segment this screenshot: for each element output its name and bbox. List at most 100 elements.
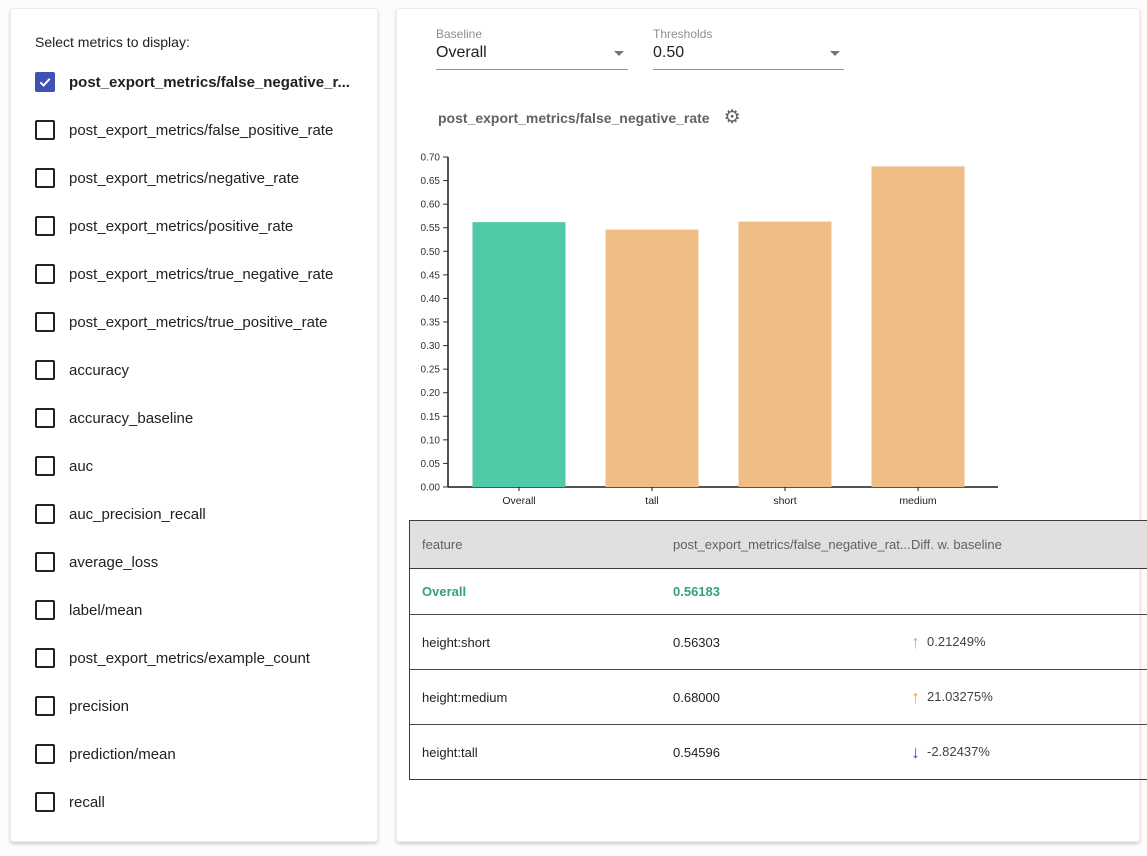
metric-checkbox-item[interactable]: post_export_metrics/true_positive_rate <box>35 298 369 346</box>
x-axis-label: tall <box>645 495 658 507</box>
baseline-select[interactable]: Baseline Overall <box>436 27 628 70</box>
metric-checkbox-item[interactable]: accuracy_baseline <box>35 394 369 442</box>
metric-checkbox[interactable] <box>35 744 55 764</box>
bar-Overall[interactable] <box>473 222 566 487</box>
metric-label: label/mean <box>69 602 142 619</box>
svg-text:0.25: 0.25 <box>421 365 441 376</box>
table-header-cell: Diff. w. baseline <box>910 521 1147 569</box>
svg-text:0.10: 0.10 <box>421 435 441 446</box>
metric-checkbox-item[interactable]: post_export_metrics/negative_rate <box>35 154 369 202</box>
feature-cell: height:medium <box>410 670 673 725</box>
metric-checkbox[interactable] <box>35 264 55 284</box>
metric-checkbox-item[interactable]: precision <box>35 682 369 730</box>
chart-settings-icon[interactable]: ⚙ <box>724 108 741 127</box>
metric-checkbox[interactable] <box>35 120 55 140</box>
metric-label: average_loss <box>69 554 158 571</box>
metric-checkbox-item[interactable]: prediction/mean <box>35 730 369 778</box>
thresholds-select[interactable]: Thresholds 0.50 <box>653 27 844 70</box>
checkmark-icon <box>38 75 52 89</box>
thresholds-select-value: 0.50 <box>653 44 684 62</box>
metric-list: post_export_metrics/false_negative_r... … <box>35 58 369 826</box>
metric-value-cell: 0.56183 <box>672 569 910 615</box>
table-header-cell: post_export_metrics/false_negative_rat..… <box>672 521 910 569</box>
metric-checkbox[interactable] <box>35 408 55 428</box>
bar-medium[interactable] <box>872 166 965 487</box>
diff-arrow-icon: ↑ <box>911 687 920 707</box>
diff-cell <box>910 569 1147 615</box>
table-header-cell: feature <box>410 521 673 569</box>
metric-checkbox[interactable] <box>35 360 55 380</box>
metric-label: auc_precision_recall <box>69 506 206 523</box>
metric-checkbox[interactable] <box>35 216 55 236</box>
metrics-table: featurepost_export_metrics/false_negativ… <box>409 520 1147 780</box>
metric-checkbox-item[interactable]: accuracy <box>35 346 369 394</box>
svg-text:0.50: 0.50 <box>421 247 441 258</box>
metric-label: recall <box>69 794 105 811</box>
diff-value: -2.82437% <box>927 744 990 759</box>
chart-header: post_export_metrics/false_negative_rate … <box>438 108 741 127</box>
diff-arrow-icon: ↓ <box>911 742 920 762</box>
metric-checkbox-item[interactable]: post_export_metrics/false_positive_rate <box>35 106 369 154</box>
svg-text:0.40: 0.40 <box>421 294 441 305</box>
metric-checkbox-item[interactable]: post_export_metrics/false_negative_r... <box>35 58 369 106</box>
metric-label: post_export_metrics/false_positive_rate <box>69 122 333 139</box>
metric-checkbox-item[interactable]: post_export_metrics/true_negative_rate <box>35 250 369 298</box>
svg-text:0.20: 0.20 <box>421 388 441 399</box>
metric-checkbox[interactable] <box>35 600 55 620</box>
metric-label: post_export_metrics/positive_rate <box>69 218 293 235</box>
metric-label: post_export_metrics/example_count <box>69 650 310 667</box>
diff-value: 0.21249% <box>927 634 986 649</box>
baseline-select-value: Overall <box>436 44 487 62</box>
svg-text:0.60: 0.60 <box>421 200 441 211</box>
results-panel: Baseline Overall Thresholds 0.50 post_ex… <box>396 8 1140 842</box>
table-row[interactable]: height:medium 0.68000 ↑ 21.03275% <box>410 670 1147 725</box>
x-axis-label: Overall <box>502 495 535 507</box>
metric-checkbox[interactable] <box>35 792 55 812</box>
diff-cell: ↑ 0.21249% <box>910 615 1147 670</box>
metric-checkbox-item[interactable]: post_export_metrics/example_count <box>35 634 369 682</box>
metric-label: post_export_metrics/false_negative_r... <box>69 74 350 91</box>
metric-checkbox-item[interactable]: recall <box>35 778 369 826</box>
metric-label: post_export_metrics/true_positive_rate <box>69 314 327 331</box>
diff-arrow-icon: ↑ <box>911 632 920 652</box>
x-axis-label: medium <box>899 495 937 507</box>
diff-cell: ↓ -2.82437% <box>910 725 1147 780</box>
svg-text:0.65: 0.65 <box>421 176 441 187</box>
thresholds-select-label: Thresholds <box>653 27 844 41</box>
metric-checkbox-item[interactable]: auc_precision_recall <box>35 490 369 538</box>
metric-checkbox[interactable] <box>35 552 55 572</box>
metric-label: accuracy <box>69 362 129 379</box>
svg-text:0.35: 0.35 <box>421 318 441 329</box>
svg-text:0.55: 0.55 <box>421 223 441 234</box>
metric-value-cell: 0.56303 <box>672 615 910 670</box>
metric-label: accuracy_baseline <box>69 410 193 427</box>
feature-cell: Overall <box>410 569 673 615</box>
metric-checkbox[interactable] <box>35 312 55 332</box>
metric-checkbox[interactable] <box>35 696 55 716</box>
table-row[interactable]: Overall 0.56183 <box>410 569 1147 615</box>
chart-title: post_export_metrics/false_negative_rate <box>438 110 710 126</box>
metric-value-cell: 0.68000 <box>672 670 910 725</box>
table-row[interactable]: height:short 0.56303 ↑0.21249% <box>410 615 1147 670</box>
metric-checkbox-item[interactable]: post_export_metrics/positive_rate <box>35 202 369 250</box>
metric-checkbox[interactable] <box>35 168 55 188</box>
metric-checkbox-item[interactable]: label/mean <box>35 586 369 634</box>
svg-text:0.45: 0.45 <box>421 270 441 281</box>
diff-value: 21.03275% <box>927 689 993 704</box>
dropdown-arrow-icon <box>614 51 624 56</box>
svg-text:0.70: 0.70 <box>421 153 441 164</box>
svg-text:0.15: 0.15 <box>421 412 441 423</box>
metric-checkbox[interactable] <box>35 648 55 668</box>
metric-checkbox-item[interactable]: auc <box>35 442 369 490</box>
dropdown-arrow-icon <box>830 51 840 56</box>
metric-checkbox-item[interactable]: average_loss <box>35 538 369 586</box>
metric-checkbox[interactable] <box>35 456 55 476</box>
table-row[interactable]: height:tall 0.54596 ↓-2.82437% <box>410 725 1147 780</box>
metric-label: prediction/mean <box>69 746 176 763</box>
metric-select-panel: Select metrics to display: post_export_m… <box>10 8 378 842</box>
metric-checkbox[interactable] <box>35 72 55 92</box>
metric-checkbox[interactable] <box>35 504 55 524</box>
metric-label: precision <box>69 698 129 715</box>
bar-short[interactable] <box>739 222 832 487</box>
bar-tall[interactable] <box>606 230 699 487</box>
